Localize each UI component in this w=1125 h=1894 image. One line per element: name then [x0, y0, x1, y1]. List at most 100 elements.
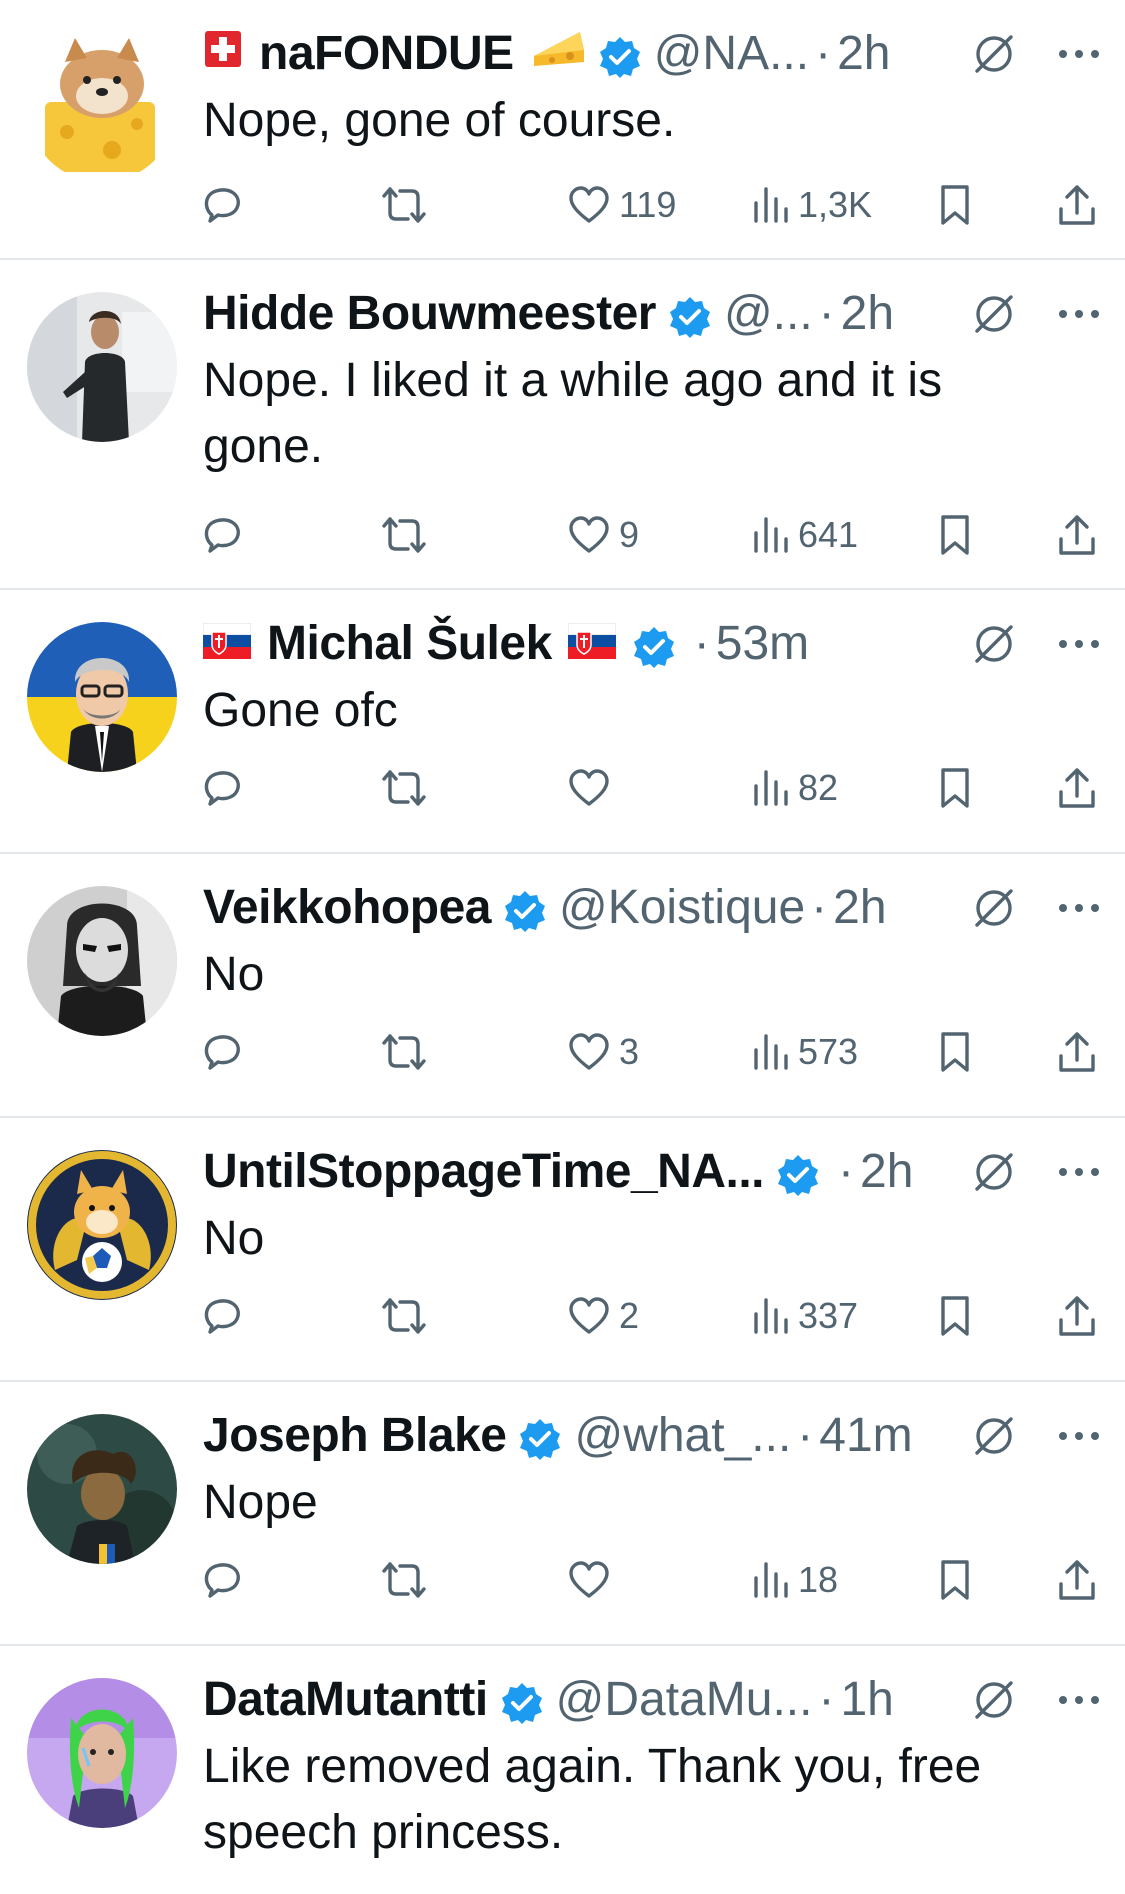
share-button[interactable] — [1055, 175, 1099, 235]
reply-tweet[interactable]: naFONDUE @NA... · 2h Nope, gone of cours… — [0, 0, 1125, 260]
author-handle[interactable]: @... — [724, 282, 813, 346]
retweet-button[interactable] — [380, 758, 428, 818]
author-name[interactable]: UntilStoppageTime_NA... — [203, 1140, 765, 1204]
share-button[interactable] — [1055, 1022, 1099, 1082]
author-handle[interactable]: @Koistique — [559, 876, 805, 940]
avatar[interactable] — [27, 1678, 177, 1828]
timestamp[interactable]: 41m — [819, 1404, 912, 1468]
action-bar: 3 573 — [200, 1022, 1105, 1082]
reply-tweet[interactable]: Veikkohopea @Koistique · 2h No 3 573 — [0, 854, 1125, 1118]
reply-button[interactable] — [200, 505, 244, 565]
verified-badge-icon[interactable] — [632, 622, 676, 668]
retweet-button[interactable] — [380, 1286, 428, 1346]
reply-button[interactable] — [200, 758, 244, 818]
like-button[interactable] — [567, 758, 619, 818]
grok-icon[interactable] — [971, 1413, 1017, 1459]
avatar[interactable] — [27, 32, 177, 182]
avatar[interactable] — [27, 886, 177, 1036]
verified-badge-icon[interactable] — [598, 32, 642, 78]
retweet-button[interactable] — [380, 1550, 428, 1610]
grok-icon[interactable] — [971, 1149, 1017, 1195]
share-button[interactable] — [1055, 1550, 1099, 1610]
like-button[interactable]: 3 — [567, 1022, 639, 1082]
like-count: 3 — [619, 1031, 640, 1072]
author-name[interactable]: Michal Šulek — [267, 612, 552, 676]
author-handle[interactable]: @NA... — [654, 22, 809, 86]
bookmark-button[interactable] — [935, 505, 975, 565]
verified-badge-icon[interactable] — [500, 1678, 544, 1724]
avatar[interactable] — [27, 1150, 177, 1300]
verified-badge-icon[interactable] — [776, 1150, 820, 1196]
bookmark-button[interactable] — [935, 1286, 975, 1346]
author-name[interactable]: DataMutantti — [203, 1668, 488, 1732]
timestamp[interactable]: 2h — [833, 876, 886, 940]
avatar[interactable] — [27, 1414, 177, 1564]
share-button[interactable] — [1055, 1286, 1099, 1346]
share-button[interactable] — [1055, 758, 1099, 818]
views-button[interactable]: 573 — [750, 1022, 858, 1082]
like-button[interactable]: 2 — [567, 1286, 639, 1346]
grok-icon[interactable] — [971, 885, 1017, 931]
like-button[interactable] — [567, 1550, 619, 1610]
retweet-icon — [382, 1034, 426, 1070]
more-options-icon[interactable] — [1057, 1162, 1101, 1182]
more-options-icon[interactable] — [1057, 1690, 1101, 1710]
avatar[interactable] — [27, 292, 177, 442]
author-name[interactable]: Hidde Bouwmeester — [203, 282, 656, 346]
share-button[interactable] — [1055, 505, 1099, 565]
heart-icon — [569, 1297, 609, 1334]
heart-icon — [569, 1033, 609, 1070]
grok-icon[interactable] — [971, 1677, 1017, 1723]
more-options-icon[interactable] — [1057, 634, 1101, 654]
verified-badge-icon[interactable] — [518, 1414, 562, 1460]
reply-tweet[interactable]: Joseph Blake @what_... · 41m Nope 18 — [0, 1382, 1125, 1646]
like-count: 9 — [619, 514, 640, 555]
author-handle[interactable]: @DataMu... — [556, 1668, 813, 1732]
timestamp[interactable]: 53m — [716, 612, 809, 676]
bookmark-button[interactable] — [935, 175, 975, 235]
views-button[interactable]: 18 — [750, 1550, 838, 1610]
author-name[interactable]: Joseph Blake — [203, 1404, 507, 1468]
reply-button[interactable] — [200, 1022, 244, 1082]
bookmark-button[interactable] — [935, 758, 975, 818]
reply-button[interactable] — [200, 1286, 244, 1346]
grok-icon[interactable] — [971, 31, 1017, 77]
author-name[interactable]: naFONDUE — [259, 22, 514, 86]
grok-icon[interactable] — [971, 621, 1017, 667]
reply-button[interactable] — [200, 175, 244, 235]
bookmark-icon — [941, 1560, 969, 1600]
more-options-icon[interactable] — [1057, 304, 1101, 324]
tweet-header: DataMutantti @DataMu... · 1h — [203, 1668, 1101, 1732]
timestamp[interactable]: 2h — [841, 282, 894, 346]
author-handle[interactable]: @what_... — [574, 1404, 791, 1468]
reply-button[interactable] — [200, 1550, 244, 1610]
verified-badge-icon[interactable] — [668, 292, 712, 338]
retweet-button[interactable] — [380, 1022, 428, 1082]
timestamp[interactable]: 1h — [840, 1668, 893, 1732]
views-button[interactable]: 82 — [750, 758, 838, 818]
more-options-icon[interactable] — [1057, 44, 1101, 64]
avatar[interactable] — [27, 622, 177, 772]
reply-tweet[interactable]: Michal Šulek · 53m Gone ofc 82 — [0, 590, 1125, 854]
action-bar: 2 337 — [200, 1286, 1105, 1346]
more-options-icon[interactable] — [1057, 1426, 1101, 1446]
author-name[interactable]: Veikkohopea — [203, 876, 491, 940]
reply-tweet[interactable]: Hidde Bouwmeester @... · 2h Nope. I like… — [0, 260, 1125, 590]
reply-tweet[interactable]: UntilStoppageTime_NA... · 2h No 2 337 — [0, 1118, 1125, 1382]
bookmark-icon — [941, 185, 969, 225]
more-options-icon[interactable] — [1057, 898, 1101, 918]
reply-tweet[interactable]: DataMutantti @DataMu... · 1h Like remove… — [0, 1646, 1125, 1882]
views-button[interactable]: 641 — [750, 505, 858, 565]
like-button[interactable]: 9 — [567, 505, 639, 565]
verified-badge-icon[interactable] — [503, 886, 547, 932]
grok-icon[interactable] — [971, 291, 1017, 337]
retweet-button[interactable] — [380, 175, 428, 235]
bookmark-button[interactable] — [935, 1550, 975, 1610]
like-button[interactable]: 119 — [567, 175, 676, 235]
views-button[interactable]: 1,3K — [750, 175, 872, 235]
views-button[interactable]: 337 — [750, 1286, 858, 1346]
bookmark-button[interactable] — [935, 1022, 975, 1082]
timestamp[interactable]: 2h — [837, 22, 890, 86]
timestamp[interactable]: 2h — [860, 1140, 913, 1204]
retweet-button[interactable] — [380, 505, 428, 565]
